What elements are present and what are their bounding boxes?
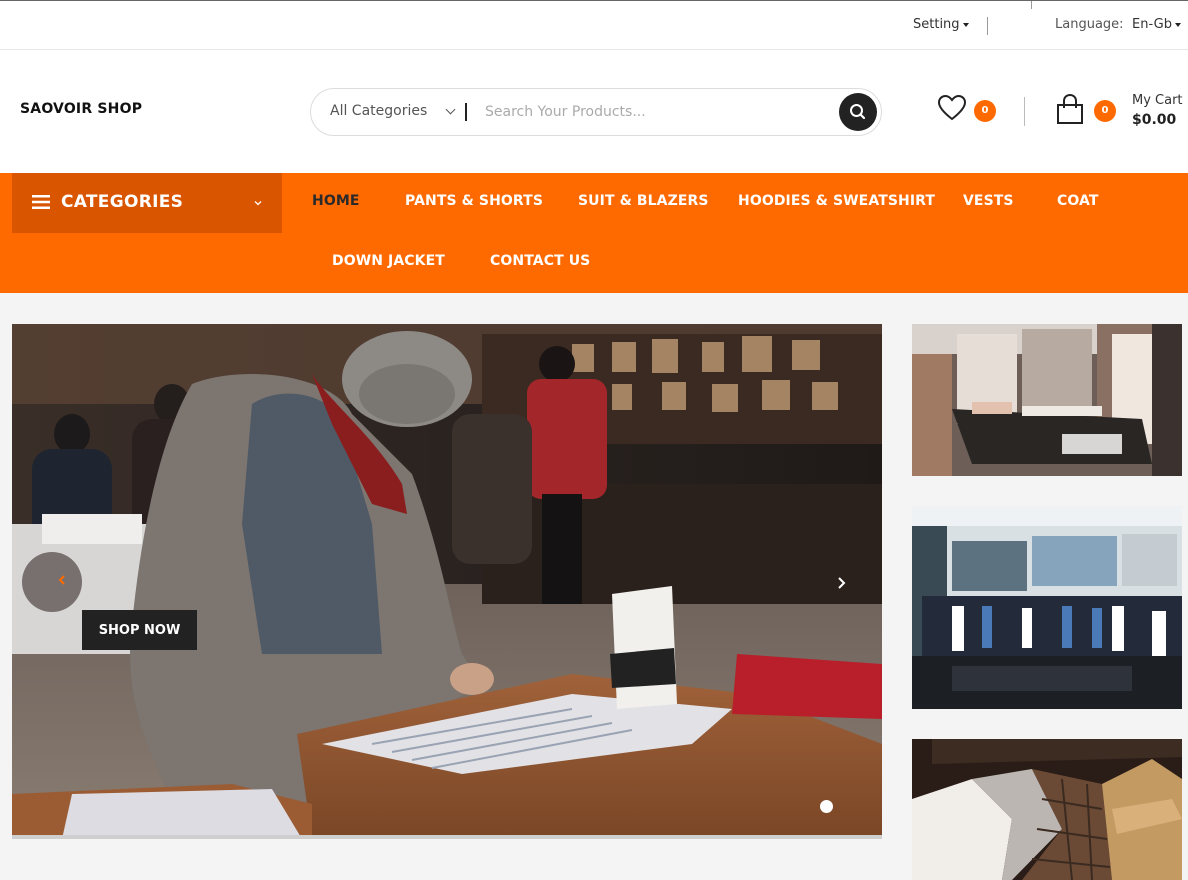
nav-item-down-jacket[interactable]: DOWN JACKET bbox=[332, 253, 445, 269]
top-bar: Setting Language: En-Gb bbox=[0, 0, 1188, 50]
divider bbox=[1031, 1, 1032, 9]
shop-now-button[interactable]: SHOP NOW bbox=[82, 610, 197, 650]
divider bbox=[987, 17, 988, 35]
slider-next-button[interactable] bbox=[827, 570, 855, 598]
chevron-right-icon bbox=[838, 577, 846, 589]
slider-dot-active[interactable] bbox=[820, 800, 833, 813]
wishlist-button[interactable] bbox=[937, 94, 967, 122]
hero-slider: SHOP NOW bbox=[12, 324, 882, 839]
caret-down-icon bbox=[962, 22, 969, 27]
text-cursor bbox=[465, 103, 467, 121]
language-value: En-Gb bbox=[1132, 17, 1172, 32]
clothing-store-image bbox=[912, 506, 1182, 709]
cart-button[interactable] bbox=[1055, 93, 1085, 125]
nav-item-home[interactable]: HOME bbox=[312, 193, 360, 209]
side-banner-store-interior[interactable] bbox=[912, 324, 1182, 476]
search-icon bbox=[850, 104, 866, 120]
search-button[interactable] bbox=[839, 93, 877, 131]
chevron-left-icon bbox=[58, 575, 65, 585]
categories-label: CATEGORIES bbox=[61, 192, 184, 212]
shirts-image bbox=[912, 739, 1182, 880]
chevron-down-icon bbox=[254, 201, 262, 206]
cart-total: $0.00 bbox=[1132, 112, 1177, 128]
side-banner-shirts[interactable] bbox=[912, 739, 1182, 880]
nav-item-coat[interactable]: COAT bbox=[1057, 193, 1099, 209]
nav-item-suit-blazers[interactable]: SUIT & BLAZERS bbox=[578, 193, 709, 209]
search-input[interactable] bbox=[483, 99, 823, 125]
shopping-bag-icon bbox=[1057, 93, 1083, 124]
nav-item-hoodies-sweatshirt[interactable]: HOODIES & SWEATSHIRT bbox=[738, 193, 935, 209]
chevron-down-icon[interactable] bbox=[445, 104, 456, 115]
side-banner-clothing-store[interactable] bbox=[912, 506, 1182, 709]
search-bar: All Categories bbox=[310, 88, 882, 136]
logo[interactable]: SAOVOIR SHOP bbox=[20, 101, 142, 117]
store-interior-image bbox=[912, 324, 1182, 476]
categories-menu-button[interactable]: CATEGORIES bbox=[12, 173, 282, 233]
nav-item-contact-us[interactable]: CONTACT US bbox=[490, 253, 590, 269]
setting-label: Setting bbox=[913, 17, 960, 32]
category-select[interactable]: All Categories bbox=[330, 103, 427, 119]
hero-image bbox=[12, 324, 882, 839]
language-dropdown[interactable]: En-Gb bbox=[1132, 17, 1181, 32]
setting-dropdown[interactable]: Setting bbox=[913, 17, 969, 32]
divider bbox=[1024, 97, 1025, 126]
menu-icon bbox=[32, 195, 50, 209]
nav-item-vests[interactable]: VESTS bbox=[963, 193, 1014, 209]
header: SAOVOIR SHOP All Categories 0 0 My Cart … bbox=[0, 50, 1188, 173]
cart-count-badge: 0 bbox=[1094, 100, 1116, 122]
slider-prev-button[interactable] bbox=[22, 552, 82, 612]
main-nav: CATEGORIES HOME PANTS & SHORTS SUIT & BL… bbox=[0, 173, 1188, 293]
wishlist-count-badge: 0 bbox=[974, 100, 996, 122]
heart-icon bbox=[937, 94, 967, 121]
caret-down-icon bbox=[1174, 22, 1181, 27]
language-label: Language: bbox=[1055, 17, 1124, 32]
nav-item-pants-shorts[interactable]: PANTS & SHORTS bbox=[405, 193, 543, 209]
cart-label[interactable]: My Cart bbox=[1132, 93, 1183, 108]
